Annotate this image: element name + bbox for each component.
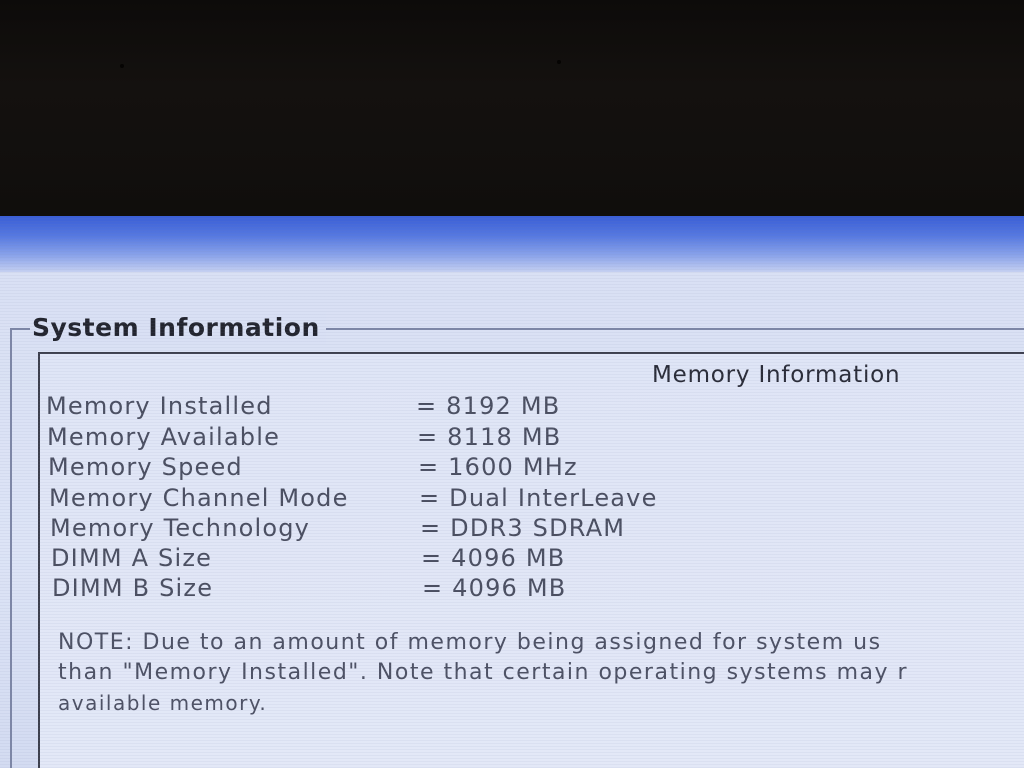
- dust-speck: [557, 60, 561, 64]
- photo-scene: System Information Memory Information Me…: [0, 0, 1024, 768]
- memory-note: NOTE: Due to an amount of memory being a…: [58, 628, 1024, 718]
- row-value: = Dual InterLeave: [419, 484, 658, 512]
- note-line: NOTE: Due to an amount of memory being a…: [58, 630, 882, 655]
- title-bar: [0, 216, 1024, 272]
- row-value: = 4096 MB: [421, 544, 566, 572]
- dimm-b-size-row: DIMM B Size = 4096 MB: [52, 573, 852, 603]
- panel-heading: Memory Information: [652, 362, 901, 388]
- row-label: DIMM A Size: [51, 544, 213, 572]
- row-value: = 4096 MB: [422, 574, 567, 602]
- row-value: = 8118 MB: [417, 423, 562, 451]
- row-value: = 1600 MHz: [418, 453, 578, 481]
- note-line: than "Memory Installed". Note that certa…: [58, 660, 909, 685]
- memory-available-row: Memory Available = 8118 MB: [47, 422, 847, 452]
- row-label: Memory Available: [47, 423, 281, 451]
- memory-speed-row: Memory Speed = 1600 MHz: [48, 452, 848, 482]
- row-value: = 8192 MB: [416, 392, 561, 420]
- bios-screen: System Information Memory Information Me…: [0, 216, 1024, 768]
- group-title: System Information: [30, 312, 326, 344]
- note-line: available memory.: [58, 691, 268, 715]
- memory-installed-row: Memory Installed = 8192 MB: [46, 391, 846, 421]
- row-label: Memory Channel Mode: [49, 484, 349, 512]
- dust-speck: [120, 64, 124, 68]
- row-label: Memory Installed: [46, 392, 273, 420]
- dimm-a-size-row: DIMM A Size = 4096 MB: [51, 543, 851, 573]
- row-label: Memory Technology: [50, 514, 311, 542]
- row-value: = DDR3 SDRAM: [420, 514, 626, 542]
- memory-technology-row: Memory Technology = DDR3 SDRAM: [50, 513, 850, 543]
- monitor-bezel: [0, 0, 1024, 216]
- row-label: DIMM B Size: [52, 574, 214, 602]
- memory-channel-mode-row: Memory Channel Mode = Dual InterLeave: [49, 483, 849, 513]
- row-label: Memory Speed: [48, 453, 243, 481]
